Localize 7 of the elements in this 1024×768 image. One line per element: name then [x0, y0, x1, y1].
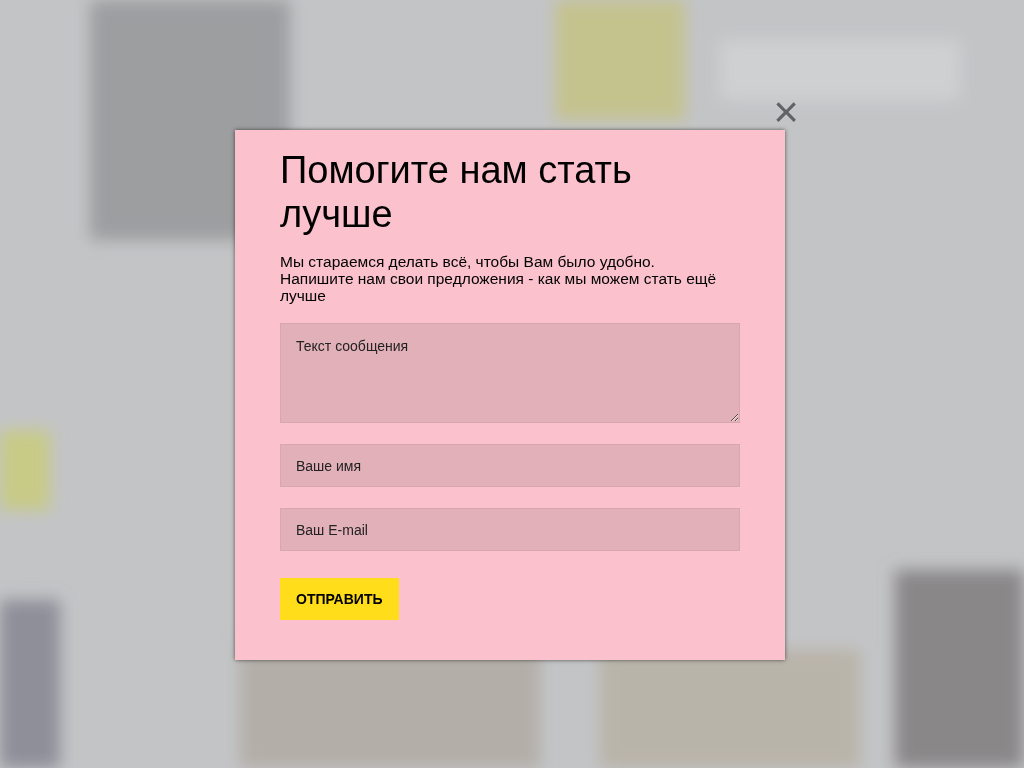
close-button[interactable]: ×	[772, 92, 800, 132]
dialog-title: Помогите нам стать лучше	[280, 148, 633, 236]
submit-button[interactable]: ОТПРАВИТЬ	[280, 578, 399, 620]
dialog-description: Мы стараемся делать всё, чтобы Вам было удобно. Напишите нам свои предложения - как мы можем стать ещё лучше	[280, 253, 718, 304]
message-field[interactable]: Текст сообщения	[280, 323, 740, 423]
input-field[interactable]: Ваш E-mail	[280, 508, 740, 551]
input-field[interactable]: Ваше имя	[280, 444, 740, 487]
